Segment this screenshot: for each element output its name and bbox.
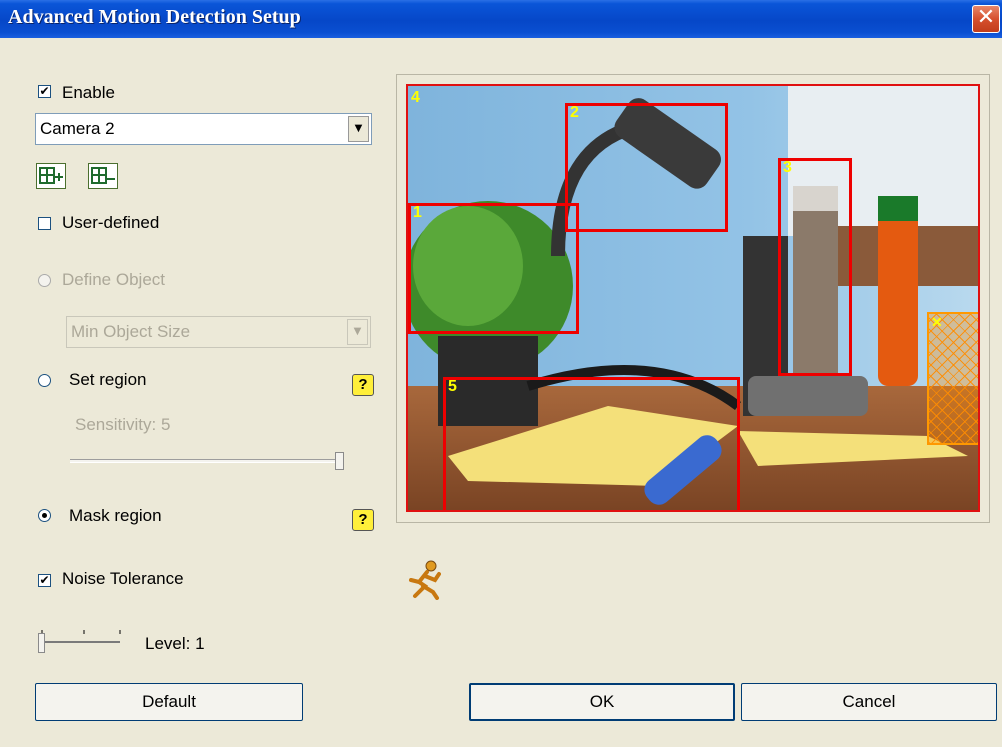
set-region-label: Set region (69, 370, 147, 389)
user-defined-checkbox[interactable] (38, 217, 51, 230)
motion-region-3[interactable]: 3 (778, 158, 852, 376)
noise-tolerance-checkbox[interactable]: ✔ (38, 574, 51, 587)
window-title: Advanced Motion Detection Setup (8, 6, 301, 28)
enable-checkbox[interactable]: ✔ (38, 85, 51, 98)
ok-button[interactable]: OK (469, 683, 735, 721)
define-object-label: Define Object (62, 270, 165, 289)
remove-region-button[interactable] (88, 163, 118, 189)
level-slider-thumb[interactable] (38, 633, 45, 653)
region-number: 3 (783, 159, 792, 176)
set-region-radio[interactable] (38, 374, 51, 387)
title-bar: Advanced Motion Detection Setup ✕ (0, 0, 1002, 38)
mask-region-help-icon[interactable]: ? (352, 509, 374, 531)
preview-image[interactable]: ✕ 1 2 3 4 5 (406, 84, 980, 512)
mask-region-radio[interactable] (38, 509, 51, 522)
level-label: Level: 1 (145, 634, 205, 653)
mask-region-label: Mask region (69, 506, 162, 525)
motion-region-1[interactable]: 1 (408, 203, 579, 334)
grid-add-icon (39, 167, 63, 184)
object-size-select[interactable]: Min Object Size ▼ (66, 316, 371, 348)
grid-remove-icon (91, 167, 115, 184)
motion-region-5[interactable]: 5 (443, 377, 740, 510)
sensitivity-slider-thumb[interactable] (335, 452, 344, 470)
object-size-select-value: Min Object Size (71, 322, 191, 341)
add-region-button[interactable] (36, 163, 66, 189)
close-button[interactable]: ✕ (972, 5, 1000, 33)
define-object-radio[interactable] (38, 274, 51, 287)
camera-preview: ✕ 1 2 3 4 5 (396, 74, 990, 523)
default-button[interactable]: Default (35, 683, 303, 721)
sensitivity-slider-track[interactable] (70, 459, 344, 463)
close-icon: ✕ (976, 5, 996, 30)
region-number: 5 (448, 378, 457, 395)
sensitivity-label: Sensitivity: 5 (75, 415, 171, 434)
mask-close-icon[interactable]: ✕ (931, 314, 943, 331)
region-number: 1 (413, 204, 422, 221)
camera-select-value: Camera 2 (40, 119, 115, 138)
camera-select[interactable]: Camera 2 ▼ (35, 113, 372, 145)
mask-region-area[interactable]: ✕ (927, 312, 978, 445)
motion-region-2[interactable]: 2 (565, 103, 728, 232)
region-4-number: 4 (411, 89, 420, 106)
chevron-down-icon[interactable]: ▼ (348, 116, 369, 142)
cancel-button[interactable]: Cancel (741, 683, 997, 721)
chevron-down-icon[interactable]: ▼ (347, 319, 368, 345)
noise-tolerance-label: Noise Tolerance (62, 569, 184, 588)
region-number: 2 (570, 104, 579, 121)
user-defined-label: User-defined (62, 213, 160, 232)
motion-running-icon (409, 560, 441, 600)
enable-label: Enable (62, 83, 115, 102)
set-region-help-icon[interactable]: ? (352, 374, 374, 396)
